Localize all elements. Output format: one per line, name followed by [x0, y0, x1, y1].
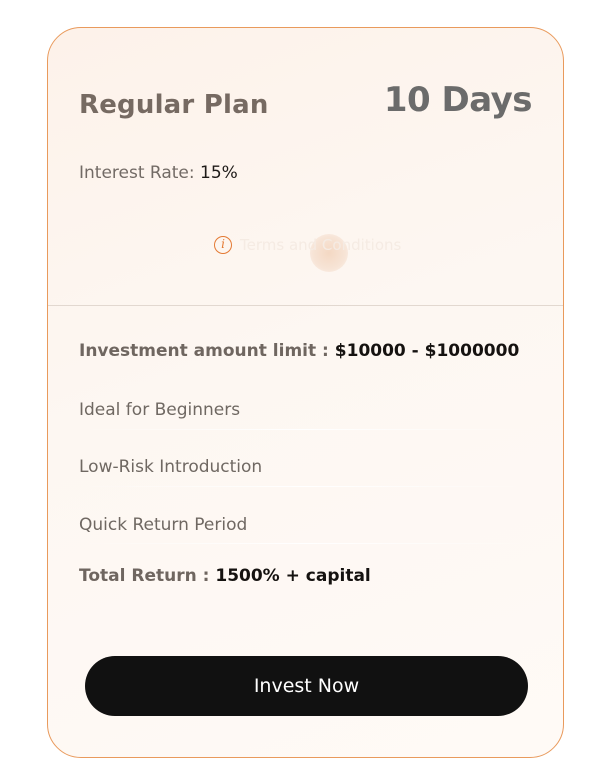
total-return-separator: : — [202, 566, 210, 586]
interest-rate-label: Interest Rate: — [79, 163, 195, 183]
investment-limit: Investment amount limit : $10000 - $1000… — [79, 341, 519, 361]
feature-item: Low-Risk Introduction — [79, 457, 263, 477]
investment-limit-separator: : — [322, 341, 329, 361]
feature-divider — [79, 543, 532, 544]
plan-duration: 10 Days — [383, 80, 533, 120]
total-return-label: Total Return — [79, 566, 197, 586]
total-return-value: 1500% + capital — [215, 566, 371, 586]
terms-label[interactable]: Terms and Conditions — [240, 236, 401, 254]
invest-now-button[interactable]: Invest Now — [85, 656, 528, 716]
investment-limit-label: Investment amount limit — [79, 341, 317, 361]
plan-card: Regular Plan 10 Days Interest Rate: 15% … — [47, 27, 564, 758]
plan-title: Regular Plan — [79, 90, 269, 120]
feature-divider — [79, 486, 532, 487]
feature-item: Quick Return Period — [79, 515, 248, 535]
card-divider — [48, 305, 563, 306]
total-return: Total Return : 1500% + capital — [79, 566, 371, 586]
interest-rate: Interest Rate: 15% — [79, 163, 238, 183]
feature-item: Ideal for Beginners — [79, 400, 241, 420]
terms-link[interactable]: i Terms and Conditions — [214, 236, 401, 254]
feature-divider — [79, 429, 532, 430]
investment-limit-value: $10000 - $1000000 — [334, 341, 520, 361]
interest-rate-value: 15% — [200, 163, 238, 183]
info-icon[interactable]: i — [214, 236, 232, 254]
